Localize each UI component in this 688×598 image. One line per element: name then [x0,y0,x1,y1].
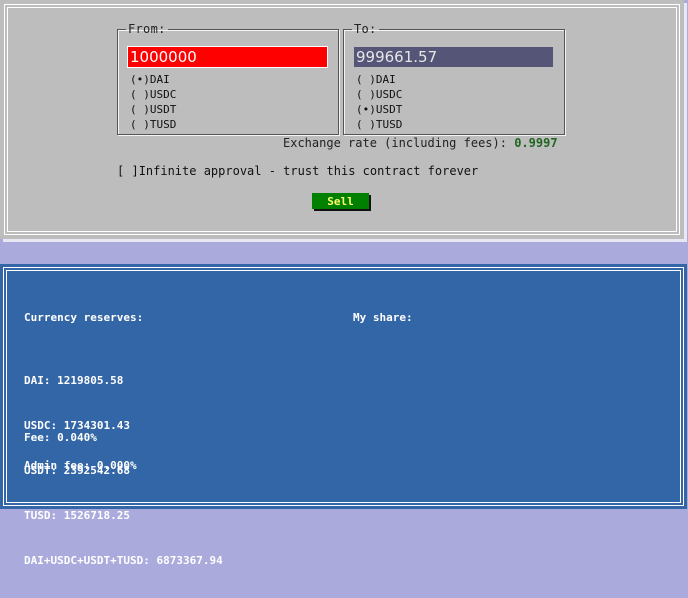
radio-button[interactable]: (•) [356,103,376,116]
from-currency-options: (•)DAI ( )USDC ( )USDT ( )TUSD [130,72,176,132]
reserve-value: 1219805.58 [57,374,124,387]
reserve-row-total: DAI+USDC+USDT+TUSD: 6873367.94 [24,553,223,568]
from-currency-group: From: (•)DAI ( )USDC ( )USDT ( )TUSD [117,22,339,135]
to-option-usdt[interactable]: (•)USDT [356,102,402,117]
radio-button[interactable]: ( ) [130,88,150,101]
radio-label: DAI [375,73,396,86]
radio-button[interactable]: (•) [130,73,150,86]
fee-value: 0.040% [57,431,97,444]
radio-button[interactable]: ( ) [130,118,150,131]
stats-panel: Currency reserves: My share: DAI: 121980… [0,264,687,567]
to-currency-options: ( )DAI ( )USDC (•)USDT ( )TUSD [356,72,402,132]
swap-panel: From: (•)DAI ( )USDC ( )USDT ( )TUSD To:… [0,0,684,239]
radio-button[interactable]: ( ) [356,73,376,86]
radio-label: TUSD [375,118,403,131]
exchange-rate: Exchange rate (including fees): 0.9997 [283,136,558,150]
infinite-approval-checkbox[interactable]: [ ]Infinite approval - trust this contra… [117,164,478,178]
radio-button[interactable]: ( ) [356,88,376,101]
from-option-usdt[interactable]: ( )USDT [130,102,176,117]
reserve-value: 1526718.25 [63,509,130,522]
from-legend: From: [128,22,166,36]
reserve-value: 6873367.94 [156,554,223,567]
checkbox-box[interactable]: [ ] [117,164,139,178]
reserve-name: DAI+USDC+USDT+TUSD: [24,554,150,567]
currency-reserves-title: Currency reserves: [24,311,144,324]
to-option-usdc[interactable]: ( )USDC [356,87,402,102]
exchange-rate-value: 0.9997 [514,136,558,150]
my-share-title: My share: [353,311,413,324]
radio-label: USDC [149,88,177,101]
to-currency-group: To: ( )DAI ( )USDC (•)USDT ( )TUSD [343,22,565,135]
infinite-approval-label: Infinite approval - trust this contract … [138,164,479,178]
sell-button[interactable]: Sell [312,193,369,209]
from-option-tusd[interactable]: ( )TUSD [130,117,176,132]
to-legend: To: [354,22,377,36]
radio-button[interactable]: ( ) [130,103,150,116]
from-option-dai[interactable]: (•)DAI [130,72,176,87]
radio-label: USDC [375,88,403,101]
exchange-rate-label: Exchange rate (including fees): [283,136,507,150]
admin-fee-value: 0.000% [96,459,137,472]
to-amount-output [354,47,553,67]
radio-label: USDT [375,103,403,116]
radio-label: DAI [149,73,170,86]
radio-label: TUSD [149,118,177,131]
admin-fee-label: Admin fee: [24,459,91,472]
reserve-name: DAI: [24,374,51,387]
fee-label: Fee: [24,431,51,444]
radio-button[interactable]: ( ) [356,118,376,131]
fee: Fee: 0.040% [24,430,97,445]
to-option-tusd[interactable]: ( )TUSD [356,117,402,132]
radio-label: USDT [149,103,177,116]
reserve-row-dai: DAI: 1219805.58 [24,373,223,388]
to-option-dai[interactable]: ( )DAI [356,72,402,87]
reserve-row-tusd: TUSD: 1526718.25 [24,508,223,523]
from-amount-input[interactable] [128,47,327,67]
reserve-name: TUSD: [24,509,58,522]
admin-fee: Admin fee: 0.000% [24,458,137,473]
from-option-usdc[interactable]: ( )USDC [130,87,176,102]
